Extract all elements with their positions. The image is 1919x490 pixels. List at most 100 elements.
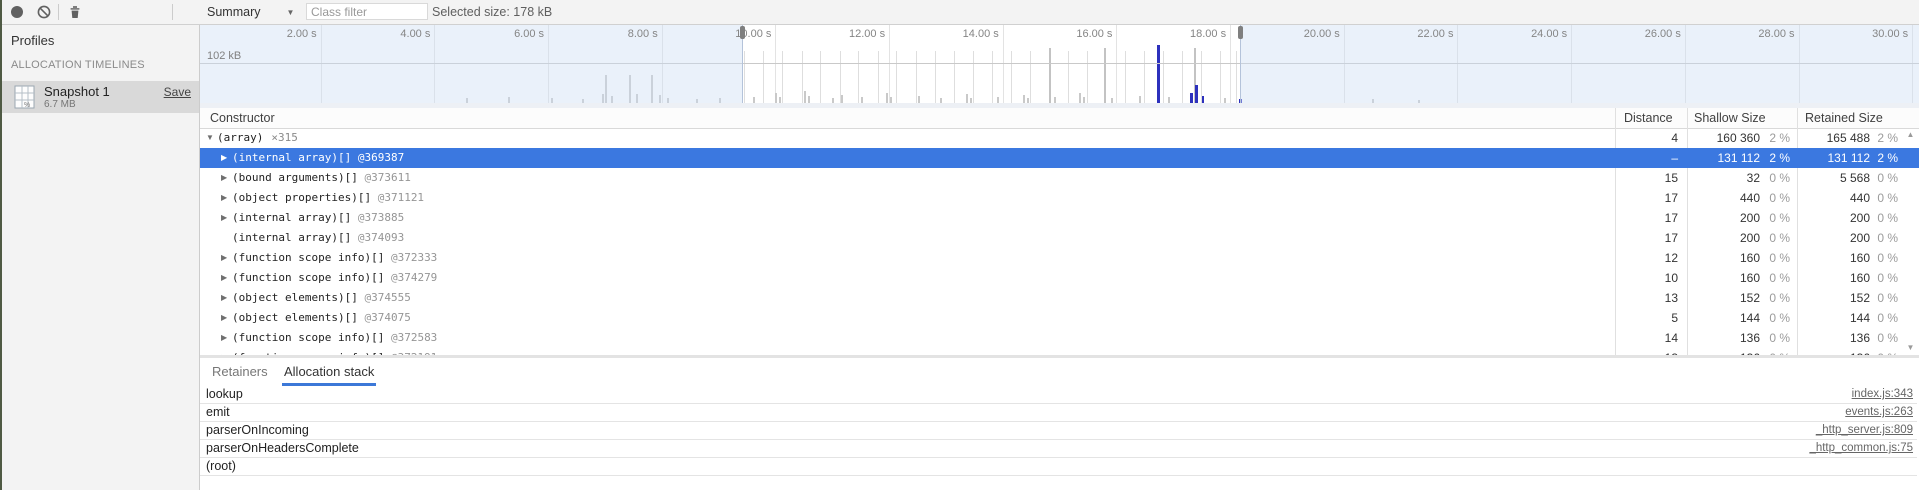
expand-arrow-icon[interactable]: ▼ <box>206 128 214 148</box>
clear-all-button[interactable] <box>37 5 51 19</box>
allocation-bar <box>1011 51 1012 103</box>
retained-size-value: 144 <box>1800 308 1870 328</box>
expand-arrow-icon[interactable]: ▶ <box>221 148 227 168</box>
allocation-bar <box>820 51 821 103</box>
shallow-size-percent: 0 % <box>1762 248 1790 268</box>
save-snapshot-link[interactable]: Save <box>164 85 191 99</box>
stack-frame-row[interactable]: parserOnIncoming _http_server.js:809 <box>200 422 1917 440</box>
table-row[interactable]: ▶ (object elements)[] @374555 13 152 0 %… <box>200 288 1919 308</box>
stack-frame-source-link[interactable]: index.js:343 <box>1852 386 1913 403</box>
ruler-tick-label: 12.00 s <box>815 28 885 40</box>
toolbar-divider <box>58 4 59 20</box>
allocation-bar <box>1049 48 1051 103</box>
allocation-bar <box>1236 51 1237 103</box>
table-row[interactable]: ▶ (bound arguments)[] @373611 15 32 0 % … <box>200 168 1919 188</box>
expand-arrow-icon[interactable]: ▶ <box>221 308 227 328</box>
retained-size-value: 152 <box>1800 288 1870 308</box>
expand-arrow-icon[interactable]: ▶ <box>221 348 227 355</box>
distance-value: 10 <box>1618 268 1678 288</box>
allocation-bar <box>940 98 942 103</box>
stack-frame-row[interactable]: lookup index.js:343 <box>200 386 1917 404</box>
class-filter-input[interactable] <box>306 3 428 20</box>
allocation-bar <box>1068 51 1069 103</box>
retained-size-value: 200 <box>1800 208 1870 228</box>
sidebar-item-snapshot-1[interactable]: % Snapshot 1 6.7 MB Save <box>0 81 199 113</box>
table-row[interactable]: ▶ (internal array)[] @369387 – 131 112 2… <box>200 148 1919 168</box>
expand-arrow-icon[interactable]: ▶ <box>221 168 227 188</box>
allocation-bar <box>970 98 972 103</box>
allocation-bar <box>1139 96 1141 103</box>
table-row[interactable]: ▶ (internal array)[] @373885 17 200 0 % … <box>200 208 1919 228</box>
expand-arrow-icon[interactable]: ▶ <box>221 248 227 268</box>
sidebar-item-profiles[interactable]: Profiles <box>11 33 54 48</box>
ruler-tick-label: 8.00 s <box>588 28 658 40</box>
instance-count: ×315 <box>271 131 298 144</box>
selection-left-grip[interactable] <box>740 26 745 39</box>
delete-profile-button[interactable] <box>68 5 82 19</box>
allocation-bar <box>858 51 859 103</box>
stack-frame-row[interactable]: emit events.js:263 <box>200 404 1917 422</box>
retained-size-percent: 0 % <box>1872 248 1898 268</box>
table-row[interactable]: ▶ (function scope info)[] @372333 12 160… <box>200 248 1919 268</box>
allocation-bar <box>763 51 764 103</box>
stack-frame-row[interactable]: parserOnHeadersComplete _http_common.js:… <box>200 440 1917 458</box>
retained-size-percent: 0 % <box>1872 328 1898 348</box>
distance-value: 4 <box>1618 128 1678 148</box>
scrollbar-down-arrow[interactable]: ▼ <box>1904 343 1917 355</box>
table-row[interactable]: ▶ (function scope info)[] @372191 13 136… <box>200 348 1919 355</box>
shallow-size-percent: 0 % <box>1762 168 1790 188</box>
devtools-memory-panel: Summary▼ Selected size: 178 kB Profiles … <box>0 0 1919 490</box>
expand-arrow-icon[interactable]: ▶ <box>221 188 227 208</box>
allocation-bar <box>918 96 920 103</box>
allocation-bar <box>804 91 806 103</box>
table-row[interactable]: ▼ (array)×315 4 160 360 2 % 165 488 2 % <box>200 128 1919 148</box>
allocation-bar <box>744 51 745 103</box>
tab-retainers[interactable]: Retainers <box>210 361 270 383</box>
constructor-cell: (object properties)[] @371121 <box>232 188 432 208</box>
shallow-size-percent: 2 % <box>1762 148 1790 168</box>
expand-arrow-icon[interactable]: ▶ <box>221 268 227 288</box>
allocation-bar <box>1111 98 1113 103</box>
trash-icon <box>68 5 82 19</box>
retained-size-value: 160 <box>1800 248 1870 268</box>
allocation-bar <box>808 96 810 103</box>
column-header-constructor[interactable]: Constructor <box>210 108 275 128</box>
ruler-tick-label: 14.00 s <box>929 28 999 40</box>
expand-arrow-icon[interactable]: ▶ <box>221 328 227 348</box>
column-header-distance[interactable]: Distance <box>1624 108 1673 128</box>
expand-arrow-icon[interactable]: ▶ <box>221 288 227 308</box>
shallow-size-value: 131 112 <box>1690 148 1760 168</box>
shallow-size-percent: 2 % <box>1762 128 1790 148</box>
perspective-select[interactable]: Summary▼ <box>207 0 294 24</box>
table-row[interactable]: ▶ (function scope info)[] @372583 14 136… <box>200 328 1919 348</box>
allocation-bar <box>1083 97 1085 103</box>
stack-frame-source-link[interactable]: events.js:263 <box>1845 404 1913 421</box>
column-header-retained-size[interactable]: Retained Size <box>1805 108 1883 128</box>
allocation-bar <box>896 51 897 103</box>
distance-value: 17 <box>1618 208 1678 228</box>
retained-size-value: 165 488 <box>1800 128 1870 148</box>
retained-size-percent: 0 % <box>1872 288 1898 308</box>
table-row[interactable]: ▶ (function scope info)[] @374279 10 160… <box>200 268 1919 288</box>
stack-frame-row[interactable]: (root) <box>200 458 1917 476</box>
allocation-bar <box>992 51 993 103</box>
retained-size-percent: 0 % <box>1872 188 1898 208</box>
table-row[interactable]: ▶ (object properties)[] @371121 17 440 0… <box>200 188 1919 208</box>
distance-value: 12 <box>1618 248 1678 268</box>
allocation-bar <box>753 97 755 103</box>
retained-size-percent: 0 % <box>1872 228 1898 248</box>
shallow-size-value: 136 <box>1690 348 1760 355</box>
scrollbar-up-arrow[interactable]: ▲ <box>1904 130 1917 142</box>
stack-frame-source-link[interactable]: _http_server.js:809 <box>1816 422 1913 439</box>
selection-right-grip[interactable] <box>1238 26 1243 39</box>
stack-frame-source-link[interactable]: _http_common.js:75 <box>1809 440 1913 457</box>
table-row[interactable]: ▶ (object elements)[] @374075 5 144 0 % … <box>200 308 1919 328</box>
ruler-gridline <box>1230 25 1231 103</box>
column-header-shallow-size[interactable]: Shallow Size <box>1694 108 1766 128</box>
expand-arrow-icon[interactable]: ▶ <box>221 208 227 228</box>
table-row[interactable]: (internal array)[] @374093 17 200 0 % 20… <box>200 228 1919 248</box>
tab-allocation-stack[interactable]: Allocation stack <box>282 361 376 386</box>
chevron-down-icon: ▼ <box>286 8 294 17</box>
record-button[interactable] <box>10 5 24 19</box>
allocation-timeline-overview[interactable]: 102 kB 2.00 s4.00 s6.00 s8.00 s10.00 s12… <box>200 25 1919 108</box>
